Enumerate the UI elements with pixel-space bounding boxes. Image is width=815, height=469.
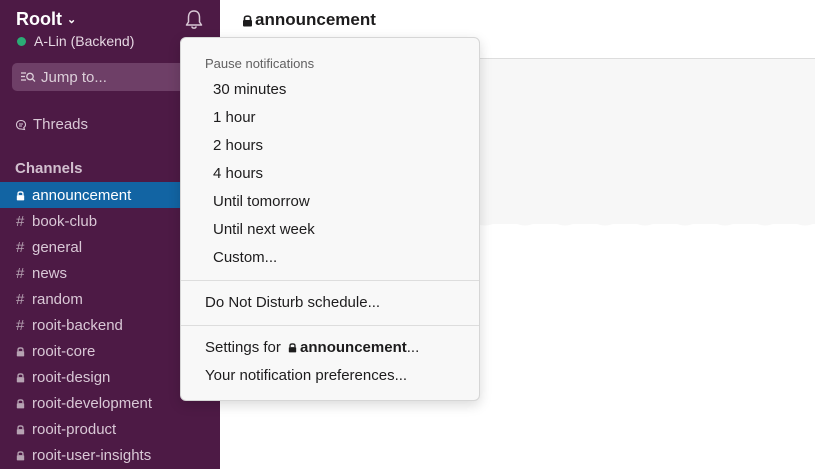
pause-custom[interactable]: Custom...	[181, 243, 479, 271]
settings-suffix: ...	[406, 338, 420, 356]
presence-dot	[17, 36, 26, 46]
lock-icon	[16, 450, 32, 461]
channel-label: announcement	[32, 186, 132, 204]
channel-label: general	[32, 238, 83, 256]
chevron-down-icon: ⌄	[66, 14, 77, 26]
hash-icon: #	[16, 290, 25, 308]
hash-icon: #	[16, 238, 25, 256]
lock-icon	[288, 342, 297, 352]
lock-icon	[243, 14, 252, 26]
lock-icon	[16, 190, 32, 201]
channel-label: rooit-development	[32, 394, 153, 412]
hash-icon: #	[16, 264, 25, 282]
jump-to-button[interactable]: Jump to...	[12, 63, 192, 91]
workspace-name: Roolt	[16, 9, 62, 29]
pause-2-hours[interactable]: 2 hours	[181, 131, 479, 159]
notification-menu: Pause notifications 30 minutes 1 hour 2 …	[180, 37, 480, 401]
pause-30-minutes[interactable]: 30 minutes	[181, 75, 479, 103]
pause-notifications-label: Pause notifications	[205, 56, 315, 71]
notification-preferences-item[interactable]: Your notification preferences...	[181, 361, 479, 389]
channel-label: rooit-design	[32, 368, 111, 386]
hash-icon: #	[16, 212, 25, 230]
sidebar-item-rooit-user-insights[interactable]: rooit-user-insights	[0, 442, 220, 468]
threads-icon	[15, 119, 27, 130]
dnd-schedule-item[interactable]: Do Not Disturb schedule...	[181, 288, 479, 316]
channel-title[interactable]: announcement	[242, 10, 376, 30]
channel-settings-item[interactable]: Settings for announcement ...	[181, 333, 479, 361]
lock-icon	[16, 372, 32, 383]
channel-label: news	[32, 264, 68, 282]
menu-divider	[181, 325, 479, 326]
hash-icon: #	[16, 316, 25, 334]
lock-icon	[16, 346, 32, 357]
user-status[interactable]: A-Lin (Backend)	[17, 33, 134, 49]
channel-label: rooit-backend	[32, 316, 123, 334]
channel-label: rooit-core	[32, 342, 96, 360]
pause-4-hours[interactable]: 4 hours	[181, 159, 479, 187]
channel-title-text: announcement	[255, 10, 376, 29]
pause-1-hour[interactable]: 1 hour	[181, 103, 479, 131]
lock-icon	[16, 424, 32, 435]
lock-icon	[16, 398, 32, 409]
menu-divider	[181, 280, 479, 281]
channel-label: book-club	[32, 212, 98, 230]
pause-until-next-week[interactable]: Until next week	[181, 215, 479, 243]
sidebar-item-threads[interactable]: Threads	[15, 116, 88, 133]
channel-label: rooit-user-insights	[32, 446, 152, 464]
pause-until-tomorrow[interactable]: Until tomorrow	[181, 187, 479, 215]
threads-label: Threads	[33, 116, 89, 133]
workspace-switcher[interactable]: Roolt ⌄	[16, 9, 76, 30]
channel-label: random	[32, 290, 83, 308]
channels-header[interactable]: Channels	[15, 160, 83, 177]
channel-label: rooit-product	[32, 420, 117, 438]
user-name: A-Lin (Backend)	[34, 33, 135, 49]
sidebar-item-rooit-product[interactable]: rooit-product	[0, 416, 220, 442]
jump-to-label: Jump to...	[41, 68, 107, 86]
bell-icon[interactable]	[184, 9, 204, 31]
search-icon	[21, 72, 36, 82]
settings-prefix: Settings for	[205, 338, 286, 356]
settings-channel-name: announcement	[300, 338, 407, 356]
